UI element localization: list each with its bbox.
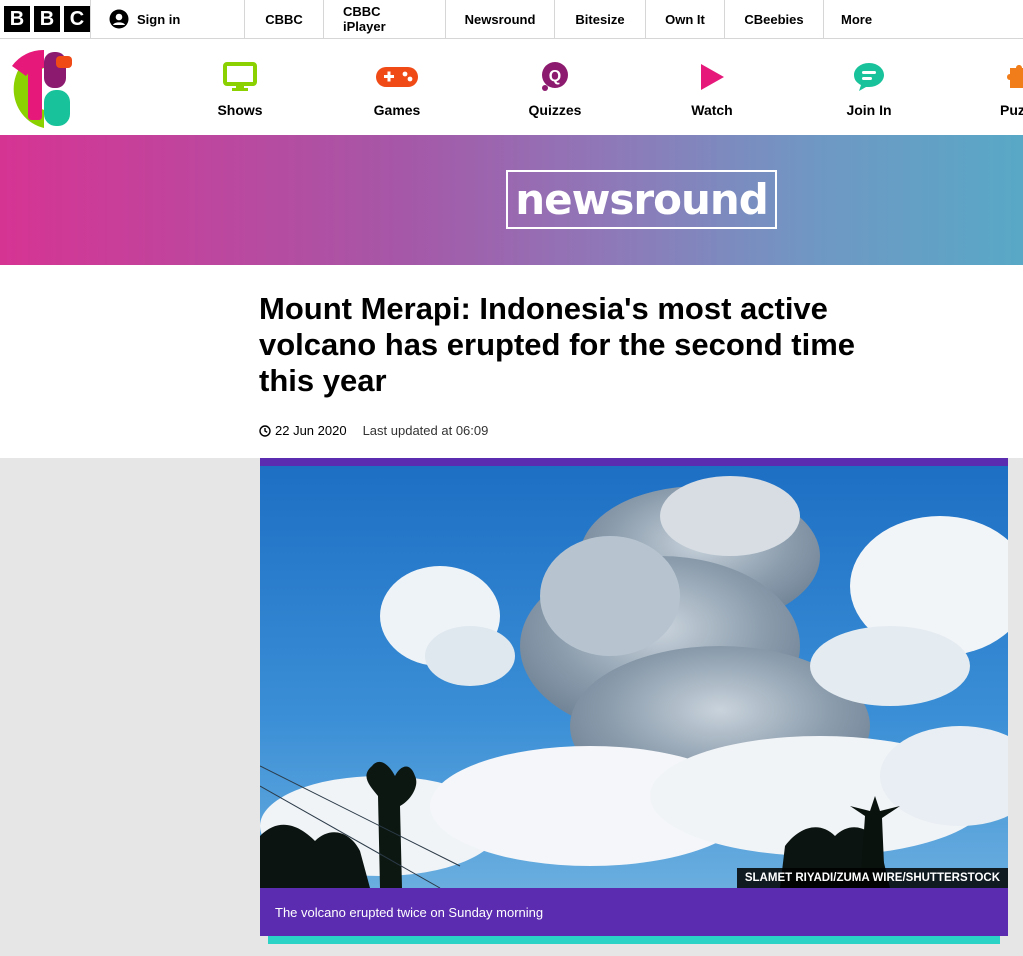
image-credit: SLAMET RIYADI/ZUMA WIRE/SHUTTERSTOCK — [736, 868, 1008, 888]
cbbc-logo[interactable] — [4, 48, 84, 130]
accent-strip — [268, 936, 1000, 944]
puzzle-icon — [1007, 65, 1023, 88]
article-headline: Mount Merapi: Indonesia's most active vo… — [259, 291, 856, 398]
nav-link-cbeebies[interactable]: CBeebies — [724, 0, 823, 38]
article-header: Mount Merapi: Indonesia's most active vo… — [0, 265, 1023, 458]
bbc-logo-letter: C — [64, 6, 90, 32]
cbbc-nav: Shows Games Q Quizzes Watch Join In Puz — [0, 40, 1023, 135]
user-icon — [109, 9, 129, 29]
nav-puzzles[interactable]: Puz — [976, 62, 1023, 118]
nav-link-newsround[interactable]: Newsround — [445, 0, 554, 38]
svg-text:Q: Q — [549, 68, 561, 85]
nav-shows-label: Shows — [217, 102, 263, 118]
article-updated: Last updated at 06:09 — [362, 423, 489, 438]
nav-link-own-it[interactable]: Own It — [645, 0, 724, 38]
play-icon — [701, 64, 724, 90]
clock-icon — [259, 424, 271, 437]
bbc-global-nav: B B C Sign in CBBC CBBC iPlayer Newsroun… — [0, 0, 1023, 39]
media-top-border — [260, 458, 1008, 466]
chat-icon — [854, 63, 884, 91]
nav-join-in[interactable]: Join In — [819, 62, 919, 118]
quiz-icon: Q — [542, 62, 568, 91]
tv-icon — [223, 62, 257, 91]
nav-link-cbbc[interactable]: CBBC — [244, 0, 323, 38]
newsround-logo-text: newsround — [515, 175, 769, 224]
bbc-logo-letter: B — [34, 6, 60, 32]
article-date-text: 22 Jun 2020 — [275, 423, 347, 438]
nav-watch[interactable]: Watch — [662, 62, 762, 118]
article-date: 22 Jun 2020 — [259, 423, 347, 438]
nav-quizzes-label: Quizzes — [528, 102, 582, 118]
sign-in-link[interactable]: Sign in — [90, 0, 244, 38]
article-meta: 22 Jun 2020 Last updated at 06:09 — [259, 423, 488, 438]
nav-watch-label: Watch — [691, 102, 733, 118]
nav-link-cbbc-iplayer[interactable]: CBBC iPlayer — [323, 0, 445, 38]
nav-games[interactable]: Games — [347, 62, 447, 118]
bbc-logo[interactable]: B B C — [0, 0, 90, 38]
newsround-logo[interactable]: newsround — [506, 170, 777, 229]
gamepad-icon — [376, 67, 418, 87]
bbc-logo-letter: B — [4, 6, 30, 32]
sign-in-label: Sign in — [137, 11, 181, 27]
nav-link-more[interactable]: More — [823, 0, 1023, 38]
volcano-photo[interactable]: SLAMET RIYADI/ZUMA WIRE/SHUTTERSTOCK — [260, 466, 1008, 888]
nav-shows[interactable]: Shows — [190, 62, 290, 118]
nav-quizzes[interactable]: Q Quizzes — [505, 62, 605, 118]
nav-puzzles-label: Puz — [1000, 102, 1023, 118]
nav-join-in-label: Join In — [846, 102, 892, 118]
article-media: SLAMET RIYADI/ZUMA WIRE/SHUTTERSTOCK The… — [260, 458, 1008, 936]
volcano-image — [260, 466, 1008, 888]
nav-link-bitesize[interactable]: Bitesize — [554, 0, 645, 38]
newsround-banner: newsround — [0, 135, 1023, 265]
nav-games-label: Games — [373, 102, 421, 118]
image-caption: The volcano erupted twice on Sunday morn… — [275, 904, 544, 920]
bbc-links: CBBC CBBC iPlayer Newsround Bitesize Own… — [244, 0, 1023, 38]
